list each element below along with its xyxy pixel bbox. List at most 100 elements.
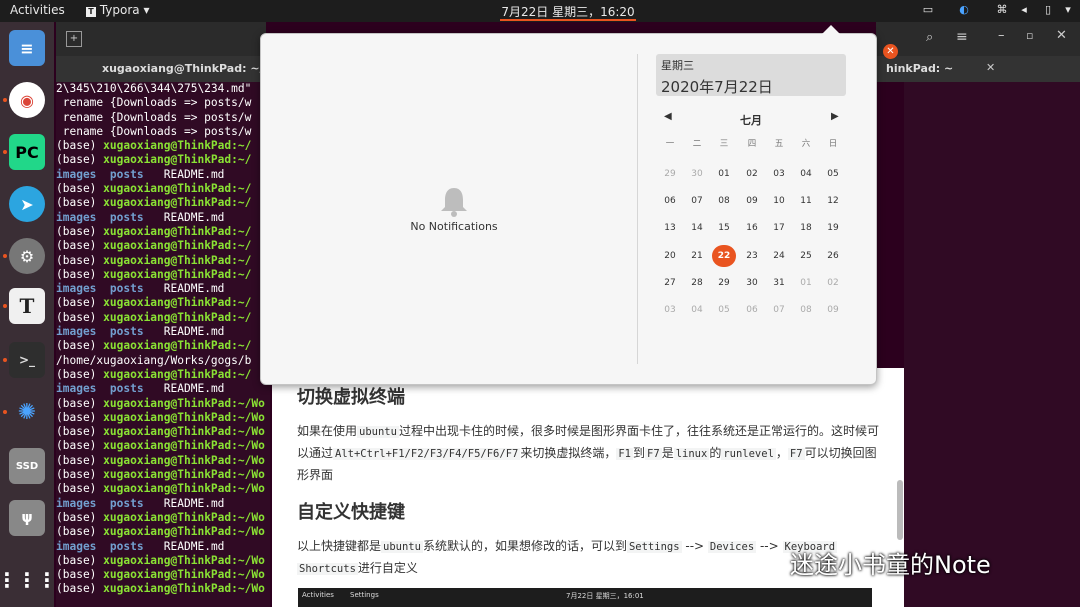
terminal-output[interactable]: 2\345\210\266\344\275\234.md" rename {Do… — [56, 82, 270, 607]
calendar-day[interactable]: 08 — [794, 299, 818, 321]
calendar-day[interactable]: 04 — [794, 163, 818, 185]
next-month-icon[interactable]: ▶ — [831, 111, 839, 122]
calendar-day[interactable]: 03 — [767, 163, 791, 185]
menu-icon[interactable]: ≡ — [956, 29, 968, 45]
steam-icon[interactable]: ✺ — [9, 394, 45, 430]
terminal-text: (base) — [56, 553, 104, 567]
text: 是 — [661, 446, 674, 460]
calendar-day[interactable]: 16 — [740, 217, 764, 239]
terminal-prompt: xugaoxiang@ThinkPad:~/ — [103, 267, 252, 281]
steam-icon[interactable]: ◐ — [956, 3, 972, 19]
calendar-day[interactable]: 14 — [685, 217, 709, 239]
calendar-day[interactable]: 23 — [740, 245, 764, 267]
heading-virtual-terminal: 切换虚拟终端 — [297, 387, 405, 408]
calendar-day[interactable]: 29 — [712, 272, 736, 294]
calendar-day[interactable]: 20 — [658, 245, 682, 267]
terminal-line: (base) xugaoxiang@ThinkPad:~/ — [56, 311, 270, 325]
usb-drive-icon[interactable]: ψ — [9, 500, 45, 536]
activities-button[interactable]: Activities — [10, 3, 65, 17]
calendar-day[interactable]: 22 — [712, 244, 736, 267]
calendar-day[interactable]: 31 — [767, 272, 791, 294]
maximize-icon[interactable]: ▫ — [1026, 29, 1033, 42]
chevron-down-icon[interactable]: ▾ — [1060, 3, 1076, 19]
right-window-tab[interactable]: hinkPad: ~ — [886, 62, 953, 75]
pycharm-icon[interactable]: PC — [9, 134, 45, 170]
calendar-day[interactable]: 01 — [712, 163, 736, 185]
typora-icon[interactable]: T — [9, 288, 45, 324]
telegram-icon[interactable]: ➤ — [9, 186, 45, 222]
right-window-tab-bar: hinkPad: ~ ✕ — [876, 56, 1080, 82]
terminal-prompt: xugaoxiang@ThinkPad:~/Wo — [103, 410, 265, 424]
minimize-icon[interactable]: – — [998, 28, 1005, 43]
calendar-day[interactable]: 21 — [685, 245, 709, 267]
terminal-prompt: xugaoxiang@ThinkPad:~/ — [103, 310, 252, 324]
calendar-day[interactable]: 07 — [767, 299, 791, 321]
files-icon[interactable]: ≡ — [9, 30, 45, 66]
calendar-day[interactable]: 15 — [712, 217, 736, 239]
clock-button[interactable]: 7月22日 星期三，16:20 — [500, 3, 636, 21]
calendar-day[interactable]: 03 — [658, 299, 682, 321]
keyboard-icon[interactable]: ▭ — [920, 3, 936, 19]
volume-icon[interactable]: ◂ — [1016, 3, 1032, 19]
calendar-day[interactable]: 02 — [740, 163, 764, 185]
calendar-day[interactable]: 29 — [658, 163, 682, 185]
terminal-directory: posts — [109, 496, 144, 510]
calendar-day[interactable]: 05 — [712, 299, 736, 321]
calendar-day[interactable]: 08 — [712, 190, 736, 212]
popup-arrow — [822, 25, 840, 34]
terminal-line: images posts README.md — [56, 211, 270, 225]
new-tab-icon[interactable]: + — [66, 31, 82, 47]
calendar-day[interactable]: 09 — [821, 299, 845, 321]
terminal-icon[interactable]: >_ — [9, 342, 45, 378]
close-icon[interactable]: ✕ — [1056, 28, 1067, 43]
show-apps-icon[interactable]: ⋮⋮⋮ — [0, 562, 57, 598]
calendar-day[interactable]: 12 — [821, 190, 845, 212]
calendar-day[interactable]: 09 — [740, 190, 764, 212]
terminal-directory: images — [56, 325, 97, 339]
text: 来切换虚拟终端， — [520, 446, 617, 460]
calendar-day[interactable]: 30 — [685, 163, 709, 185]
calendar-day[interactable]: 04 — [685, 299, 709, 321]
calendar-day[interactable]: 13 — [658, 217, 682, 239]
calendar-day[interactable]: 30 — [740, 272, 764, 294]
settings-icon[interactable]: ⚙ — [9, 238, 45, 274]
ssd-drive-icon[interactable]: SSD — [9, 448, 45, 484]
terminal-line: (base) xugaoxiang@ThinkPad:~/ — [56, 225, 270, 239]
search-icon[interactable]: ⌕ — [926, 30, 933, 45]
terminal-directory: images — [56, 167, 97, 181]
calendar-day[interactable]: 11 — [794, 190, 818, 212]
terminal-text: (base) — [56, 439, 104, 453]
terminal-line: images posts README.md — [56, 282, 270, 296]
network-icon[interactable]: ⌘ — [994, 3, 1010, 19]
chrome-icon[interactable]: ◉ — [9, 82, 45, 118]
previous-month-icon[interactable]: ◀ — [664, 111, 672, 122]
terminal-text: (base) — [56, 182, 104, 196]
calendar-day[interactable]: 01 — [794, 272, 818, 294]
calendar-day[interactable]: 24 — [767, 245, 791, 267]
battery-icon[interactable]: ▯ — [1040, 3, 1056, 19]
today-date-button[interactable]: 星期三 2020年7月22日 — [656, 54, 846, 96]
calendar-day[interactable]: 06 — [658, 190, 682, 212]
calendar-day[interactable]: 05 — [821, 163, 845, 185]
calendar-day[interactable]: 19 — [821, 217, 845, 239]
calendar-day[interactable]: 02 — [821, 272, 845, 294]
app-menu[interactable]: T Typora ▾ — [86, 3, 150, 17]
tab-close-icon[interactable]: ✕ — [986, 61, 995, 74]
calendar-day[interactable]: 06 — [740, 299, 764, 321]
calendar-day[interactable]: 25 — [794, 245, 818, 267]
calendar-day[interactable]: 28 — [685, 272, 709, 294]
terminal-directory: images — [56, 539, 97, 553]
calendar-day[interactable]: 17 — [767, 217, 791, 239]
calendar-day[interactable]: 26 — [821, 245, 845, 267]
calendar-day[interactable]: 27 — [658, 272, 682, 294]
calendar-day[interactable]: 07 — [685, 190, 709, 212]
close-icon[interactable]: ✕ — [883, 44, 898, 59]
scrollbar[interactable] — [897, 480, 903, 540]
terminal-prompt: xugaoxiang@ThinkPad:~/Wo — [103, 396, 265, 410]
embedded-screenshot: Activities Settings 7月22日 星期三，16:01 — [298, 588, 872, 607]
calendar-day[interactable]: 10 — [767, 190, 791, 212]
calendar-day[interactable]: 18 — [794, 217, 818, 239]
terminal-tab[interactable]: xugaoxiang@ThinkPad: ~/Wo — [102, 62, 283, 75]
